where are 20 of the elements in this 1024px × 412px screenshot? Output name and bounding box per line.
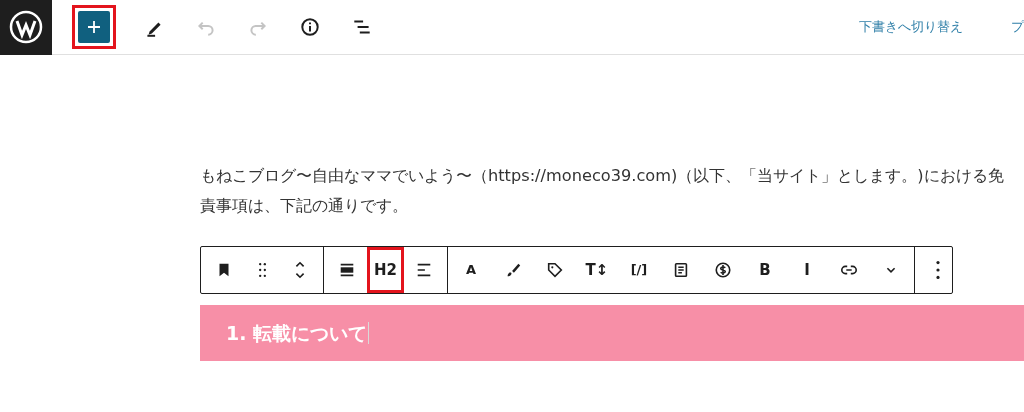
info-icon: [299, 16, 321, 38]
wide-width-icon: [338, 261, 356, 279]
format-button[interactable]: [/]: [621, 247, 657, 293]
align-left-icon: [415, 261, 433, 279]
paragraph-text: もねこブログ〜自由なママでいよう〜（https://moneco39.com)（以下、「当サイト」とします。)における免責事項は、下記の通りです。: [200, 165, 1005, 217]
more-vertical-icon: [936, 261, 940, 279]
heading-text: 1. 転載について: [226, 320, 368, 346]
document-icon: [672, 261, 690, 279]
header-link[interactable]: 下書きへ切り替え: [859, 17, 963, 37]
add-block-button[interactable]: [78, 11, 110, 43]
format-button[interactable]: T↕: [579, 247, 615, 293]
format-button[interactable]: H2: [367, 247, 404, 293]
format-button[interactable]: I: [789, 247, 825, 293]
tag-icon: [546, 261, 564, 279]
dollar-circle-icon: [714, 261, 732, 279]
header-link[interactable]: プ: [1011, 17, 1024, 37]
format-button[interactable]: B: [747, 247, 783, 293]
drag-handle-icon: [258, 263, 266, 277]
format-button[interactable]: A: [453, 247, 489, 293]
wordpress-logo[interactable]: [9, 10, 43, 44]
